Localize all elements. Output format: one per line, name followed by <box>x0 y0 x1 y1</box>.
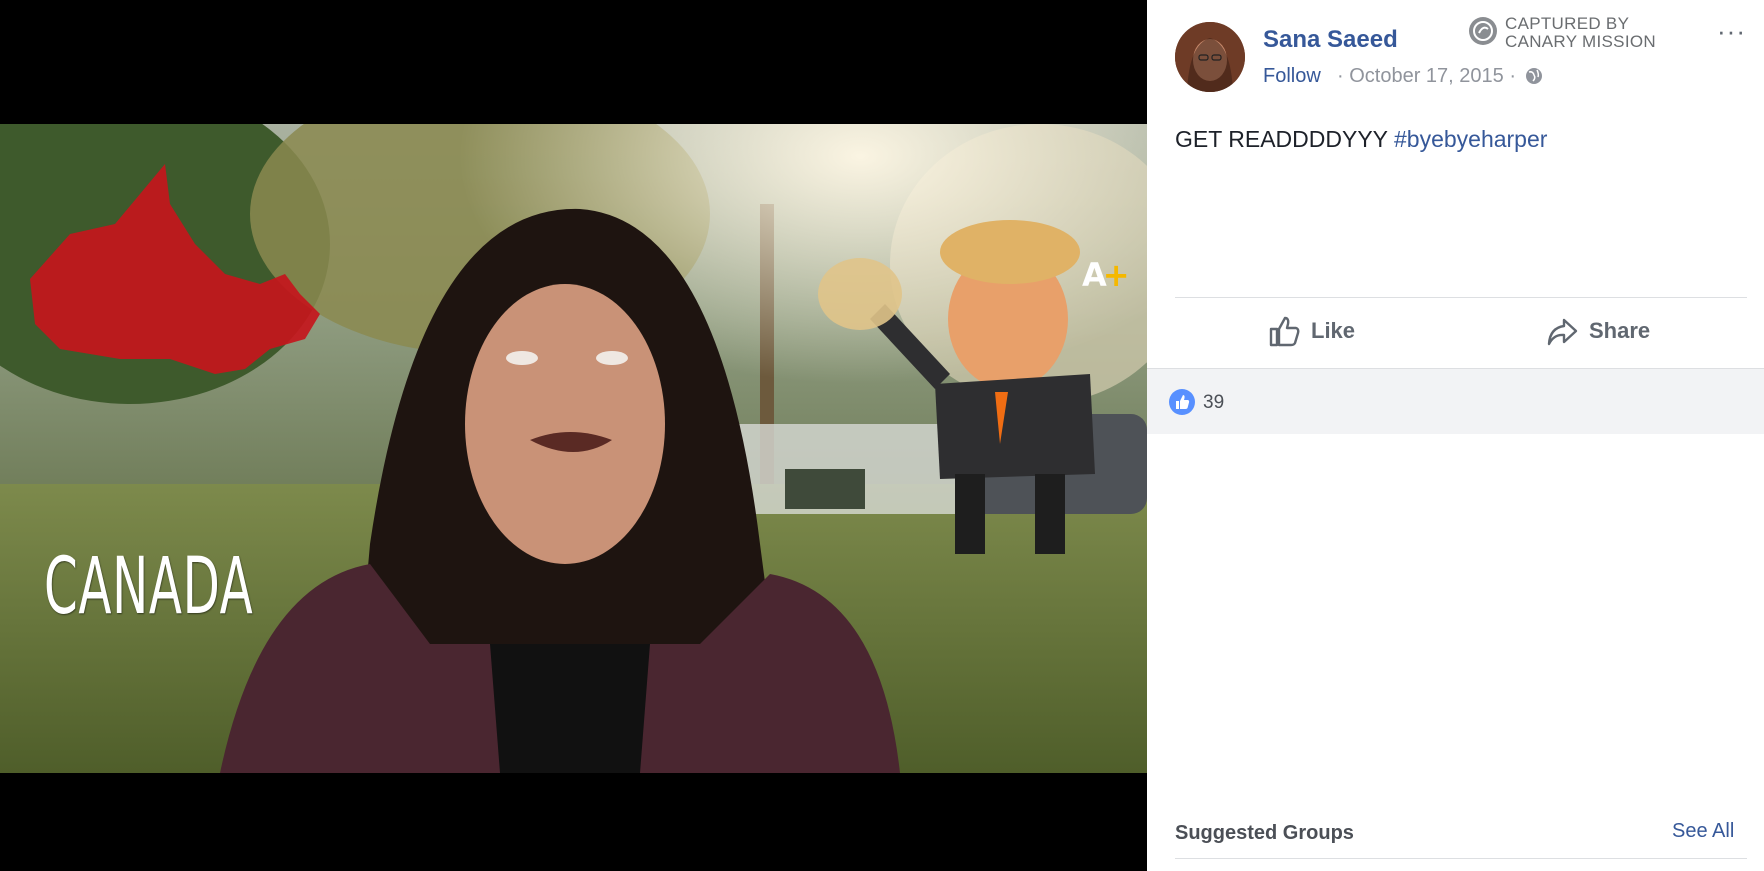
cartoon-figure-hair <box>940 220 1080 284</box>
thumbs-up-icon <box>1269 316 1300 347</box>
media-viewer: CANADA A+ <box>0 0 1147 871</box>
globe-icon <box>1526 68 1542 84</box>
speaker-eye-right <box>596 351 628 365</box>
cartoon-figure-suit <box>935 374 1095 479</box>
post-meta: · October 17, 2015 · <box>1337 65 1516 88</box>
video-brand-logo: A+ <box>1082 256 1130 294</box>
brand-logo-letter: A <box>1082 256 1107 294</box>
author-name-link[interactable]: Sana Saeed <box>1263 26 1398 54</box>
hashtag-link[interactable]: #byebyeharper <box>1394 126 1547 152</box>
post-body: GET READDDDYYY #byebyeharper <box>1175 126 1547 153</box>
watermark-line-2: CANARY MISSION <box>1505 32 1656 51</box>
like-label: Like <box>1311 318 1356 343</box>
canada-overlay-text: CANADA <box>44 542 254 632</box>
follow-link[interactable]: Follow <box>1263 65 1321 88</box>
divider <box>1175 858 1747 859</box>
canary-mission-watermark: CAPTURED BY CANARY MISSION <box>1469 14 1679 54</box>
speaker-face <box>465 284 665 564</box>
see-all-link[interactable]: See All <box>1672 820 1734 843</box>
meta-separator: · <box>1337 65 1344 87</box>
post-text: GET READDDDYYY <box>1175 126 1388 152</box>
cartoon-figure-hand <box>818 258 902 330</box>
like-button[interactable]: Like <box>1267 300 1355 362</box>
video-scene <box>0 124 1147 773</box>
meta-separator: · <box>1509 65 1517 87</box>
like-reaction-icon <box>1169 389 1195 415</box>
speaker-eye-left <box>506 351 538 365</box>
cartoon-figure-leg-left <box>955 474 985 554</box>
like-count[interactable]: 39 <box>1203 392 1224 414</box>
cartoon-figure-leg-right <box>1035 474 1065 554</box>
avatar[interactable] <box>1175 22 1245 92</box>
video-frame[interactable]: CANADA A+ <box>0 124 1147 773</box>
watermark-line-1: CAPTURED BY <box>1505 14 1630 33</box>
watermark-badge-icon <box>1469 17 1497 45</box>
speaker-shirt <box>490 644 650 773</box>
post-panel: Sana Saeed CAPTURED BY CANARY MISSION ··… <box>1147 0 1764 871</box>
share-label: Share <box>1589 318 1651 343</box>
suggested-groups-heading: Suggested Groups <box>1175 822 1354 844</box>
more-options-icon[interactable]: ··· <box>1717 18 1749 44</box>
post-date[interactable]: October 17, 2015 <box>1349 65 1504 87</box>
avatar-image <box>1175 22 1245 92</box>
share-button[interactable]: Share <box>1545 300 1650 362</box>
reactions-summary[interactable]: 39 <box>1147 368 1764 434</box>
divider <box>1175 297 1747 298</box>
share-arrow-icon <box>1547 318 1578 346</box>
brand-logo-plus: + <box>1102 256 1130 294</box>
